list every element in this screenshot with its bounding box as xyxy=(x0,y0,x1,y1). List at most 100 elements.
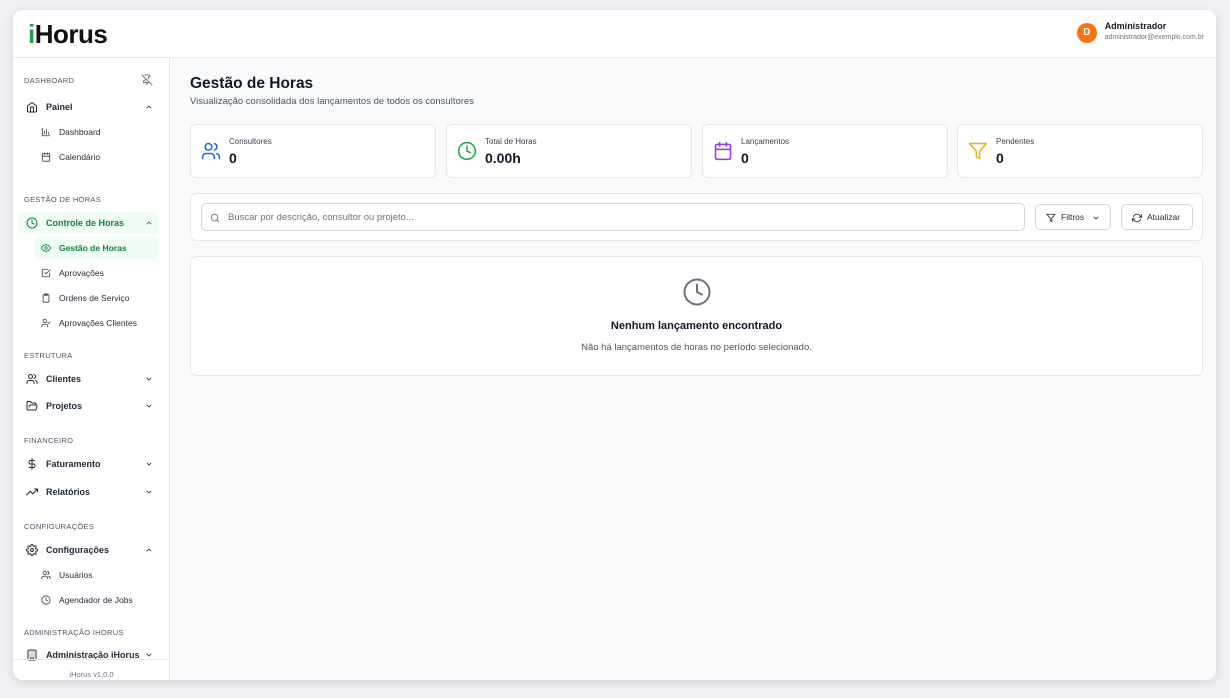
sidebar-item-label: Agendador de Jobs xyxy=(59,595,133,605)
stat-value: 0.00h xyxy=(485,150,521,166)
logo-accent: i xyxy=(28,19,35,49)
home-icon xyxy=(27,102,37,113)
sidebar-item-faturamento[interactable]: Faturamento xyxy=(19,453,159,475)
sidebar-item-label: Aprovações Clientes xyxy=(59,318,137,328)
sidebar-item-label: Clientes xyxy=(46,374,82,384)
app-version: iHorus v1.0.0 xyxy=(69,670,114,679)
filters-label: Filtros xyxy=(1061,212,1085,222)
unpin-icon[interactable] xyxy=(141,74,153,86)
chevron-down-icon xyxy=(1093,216,1099,220)
chevron-down-icon xyxy=(146,377,152,381)
calendar-icon xyxy=(714,141,732,161)
stat-value: 0 xyxy=(741,150,749,166)
clock-icon xyxy=(26,217,38,229)
sidebar-item-painel[interactable]: Painel xyxy=(19,96,159,118)
users-icon xyxy=(26,374,38,384)
clock-icon xyxy=(457,141,477,161)
stat-label: Consultores xyxy=(229,137,272,146)
avatar[interactable]: D xyxy=(1076,22,1097,43)
sidebar-item-admin[interactable]: Administração iHorus xyxy=(19,644,159,666)
sidebar-item-label: Configurações xyxy=(46,545,110,555)
sidebar-item-label: Gestão de Horas xyxy=(59,243,127,253)
chevron-up-icon xyxy=(146,548,152,552)
clipboard-icon xyxy=(42,293,50,303)
sidebar-item-gestao-horas[interactable]: Gestão de Horas xyxy=(34,237,159,259)
sidebar-item-projetos[interactable]: Projetos xyxy=(19,395,159,417)
dollar-icon xyxy=(28,458,36,470)
stat-card-pendentes: Pendentes 0 xyxy=(957,124,1203,178)
sidebar-item-calendario[interactable]: Calendário xyxy=(34,146,159,168)
sidebar: DASHBOARD Painel Dashboard Calendário GE… xyxy=(13,58,170,680)
sidebar-item-ordens-servico[interactable]: Ordens de Serviço xyxy=(34,287,159,309)
sidebar-item-label: Usuários xyxy=(59,570,93,580)
sidebar-item-label: Calendário xyxy=(59,152,101,162)
refresh-label: Atualizar xyxy=(1147,212,1181,222)
chevron-down-icon xyxy=(146,462,152,466)
refresh-button[interactable]: Atualizar xyxy=(1121,204,1193,230)
filters-button[interactable]: Filtros xyxy=(1035,204,1111,230)
bar-chart-icon xyxy=(41,127,51,137)
sidebar-item-label: Aprovações xyxy=(59,268,104,278)
logo-text: Horus xyxy=(34,19,108,49)
gear-icon xyxy=(26,544,38,556)
user-name: Administrador xyxy=(1104,21,1167,31)
section-admin: ADMINISTRAÇÃO IHORUS xyxy=(24,628,124,637)
folder-open-icon xyxy=(26,401,38,411)
chevron-down-icon xyxy=(146,404,152,408)
sidebar-item-configuracoes[interactable]: Configurações xyxy=(19,539,159,561)
sidebar-item-controle-horas[interactable]: Controle de Horas xyxy=(19,212,159,234)
check-square-icon xyxy=(41,268,51,278)
chevron-down-icon xyxy=(146,653,152,657)
stat-label: Pendentes xyxy=(996,137,1035,146)
user-menu[interactable]: D Administrador administrador@exemplo.co… xyxy=(1076,21,1204,44)
stat-card-consultores: Consultores 0 xyxy=(190,124,436,178)
sidebar-item-usuarios[interactable]: Usuários xyxy=(34,564,159,586)
top-bar: iHorus D Administrador administrador@exe… xyxy=(13,10,1216,58)
clock-icon xyxy=(683,278,711,306)
search-input[interactable]: Buscar por descrição, consultor ou proje… xyxy=(201,203,1025,231)
sidebar-item-label: Projetos xyxy=(46,401,83,411)
eye-icon xyxy=(41,244,51,252)
user-email: administrador@exemplo.com.br xyxy=(1104,34,1204,41)
sidebar-item-relatorios[interactable]: Relatórios xyxy=(19,481,159,503)
chevron-down-icon xyxy=(146,490,152,494)
stat-value: 0 xyxy=(996,150,1004,166)
section-estrutura: ESTRUTURA xyxy=(24,351,73,360)
section-financeiro: FINANCEIRO xyxy=(24,436,74,445)
sidebar-item-agendador[interactable]: Agendador de Jobs xyxy=(34,589,159,611)
sidebar-item-aprovacoes-clientes[interactable]: Aprovações Clientes xyxy=(34,312,159,334)
sidebar-divider xyxy=(13,659,170,660)
stat-label: Total de Horas xyxy=(485,137,537,146)
search-placeholder: Buscar por descrição, consultor ou proje… xyxy=(228,212,414,223)
sidebar-item-label: Ordens de Serviço xyxy=(59,293,130,303)
empty-state-subtitle: Não há lançamentos de horas no período s… xyxy=(581,342,812,353)
section-gestao: GESTÃO DE HORAS xyxy=(24,195,102,204)
search-toolbar: Buscar por descrição, consultor ou proje… xyxy=(190,193,1203,241)
calendar-icon xyxy=(41,152,51,162)
stat-label: Lançamentos xyxy=(741,137,790,146)
clock-icon xyxy=(41,595,51,605)
section-dashboard: DASHBOARD xyxy=(24,76,75,85)
chevron-up-icon xyxy=(146,105,152,109)
sidebar-item-clientes[interactable]: Clientes xyxy=(19,368,159,390)
filter-icon xyxy=(1046,213,1056,223)
sidebar-item-aprovacoes[interactable]: Aprovações xyxy=(34,262,159,284)
stat-card-total-horas: Total de Horas 0.00h xyxy=(446,124,692,178)
sidebar-item-dashboard[interactable]: Dashboard xyxy=(34,121,159,143)
app-logo[interactable]: iHorus xyxy=(28,19,108,50)
sidebar-item-label: Painel xyxy=(46,102,73,112)
empty-state: Nenhum lançamento encontrado Não há lanç… xyxy=(190,256,1203,376)
app-window: iHorus D Administrador administrador@exe… xyxy=(13,10,1216,680)
section-configuracoes: CONFIGURAÇÕES xyxy=(24,522,95,531)
users-icon xyxy=(41,570,51,580)
filter-icon xyxy=(968,142,988,160)
search-icon xyxy=(210,213,220,223)
trending-up-icon xyxy=(26,488,38,496)
sidebar-item-label: Dashboard xyxy=(59,127,101,137)
main-content: Gestão de Horas Visualização consolidada… xyxy=(171,58,1216,680)
sidebar-item-label: Controle de Horas xyxy=(46,218,125,228)
page-subtitle: Visualização consolidada dos lançamentos… xyxy=(190,96,474,107)
user-check-icon xyxy=(41,318,51,328)
users-icon xyxy=(201,142,221,160)
empty-state-title: Nenhum lançamento encontrado xyxy=(610,320,783,332)
